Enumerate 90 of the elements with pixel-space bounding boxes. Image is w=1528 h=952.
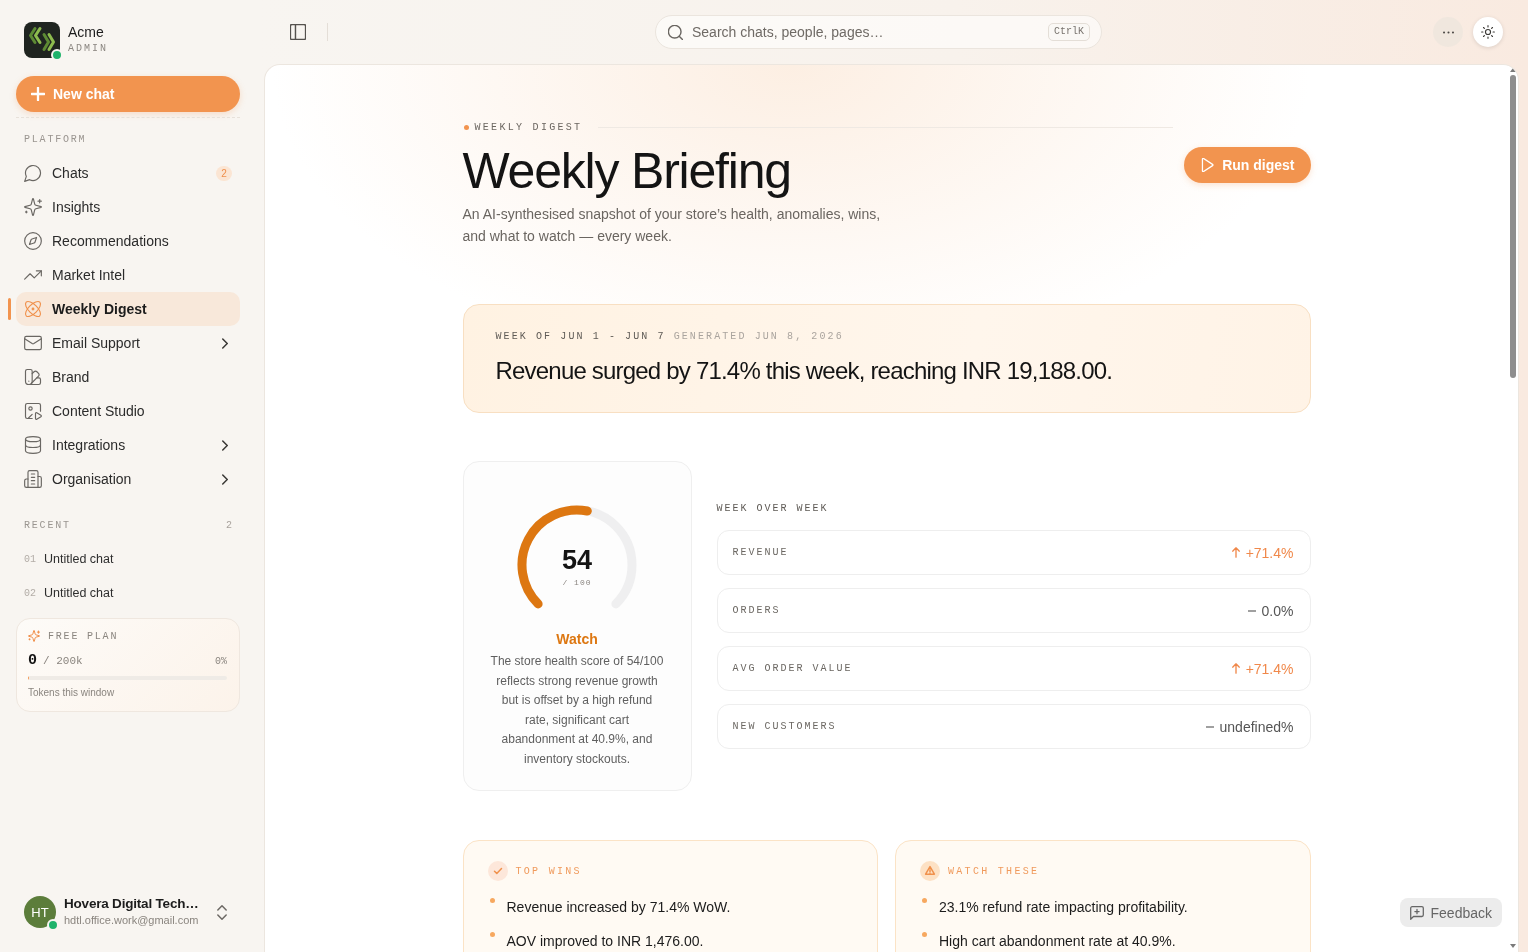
metric-change: undefined%	[1219, 718, 1294, 735]
metric-name: AVG ORDER VALUE	[732, 663, 853, 674]
plan-title: FREE PLAN	[48, 630, 119, 642]
arrow-up-icon	[1231, 663, 1240, 674]
page-description: An AI-synthesised snapshot of your store’s health, anomalies, wins, and what to watch — every week.	[462, 205, 882, 246]
search-icon	[668, 25, 683, 40]
health-score: 54	[561, 545, 592, 575]
dot-icon	[463, 124, 469, 130]
scroll-up-arrow-icon[interactable]	[1510, 68, 1516, 72]
list-item-text: AOV improved to INR 1,476.00.	[506, 932, 704, 951]
play-icon	[1200, 158, 1215, 172]
envelope-icon	[24, 334, 42, 352]
metric-name: NEW CUSTOMERS	[732, 721, 837, 732]
count-badge: 2	[216, 165, 232, 181]
generated-date: GENERATED JUN 8, 2026	[673, 330, 844, 342]
bullet-dot-icon	[922, 932, 927, 937]
account-switcher-button[interactable]	[214, 902, 230, 922]
week-range: WEEK OF JUN 1 - JUN 7	[495, 330, 666, 342]
nav-item[interactable]: Content Studio	[16, 394, 240, 428]
user-name: Hovera Digital Tech…	[64, 896, 199, 912]
nav-item[interactable]: Brand	[16, 360, 240, 394]
scrollbar-thumb[interactable]	[1510, 75, 1516, 378]
nav-item[interactable]: Email Support	[16, 326, 240, 360]
section-label: RECENT	[24, 520, 71, 532]
bullet-dot-icon	[489, 932, 495, 937]
card-title: WATCH THESE	[948, 865, 1040, 877]
more-icon	[1442, 30, 1454, 34]
recent-count: 2	[226, 520, 232, 532]
bullet-dot-icon	[489, 898, 495, 903]
bullet-dot-icon	[922, 898, 927, 903]
nav-item[interactable]: Insights	[16, 190, 240, 224]
tokens-limit: / 200k	[43, 655, 83, 667]
workspace-name: Acme	[68, 24, 105, 40]
dash-icon	[1247, 609, 1256, 612]
nav-item[interactable]: Integrations	[16, 428, 240, 462]
sidebar-panel-icon	[290, 24, 306, 40]
selection-indicator	[8, 298, 11, 320]
sun-icon	[1481, 25, 1495, 39]
usage-percent: 0%	[215, 656, 227, 667]
shortcut-hint: CtrlK	[1048, 23, 1090, 41]
feedback-button[interactable]: Feedback	[1399, 898, 1502, 927]
metric-change: +71.4%	[1245, 660, 1294, 677]
user-avatar: HT	[24, 896, 56, 928]
recent-index: 02	[24, 587, 36, 599]
section-label: PLATFORM	[23, 134, 87, 146]
scroll-down-arrow-icon[interactable]	[1510, 944, 1516, 948]
sparkles-icon	[24, 198, 42, 216]
recent-index: 01	[24, 553, 36, 565]
plus-icon	[31, 87, 45, 101]
chevrons-up-down-icon	[217, 904, 227, 920]
image-play-icon	[24, 402, 42, 420]
atom-icon	[24, 300, 42, 318]
tokens-used: 0	[28, 652, 37, 669]
plan-caption: Tokens this window	[28, 687, 116, 698]
summary-headline: Revenue surged by 71.4% this week, reaching INR 19,188.00.	[495, 356, 1114, 386]
metric-change: +71.4%	[1245, 544, 1294, 561]
arrow-up-icon	[1231, 547, 1240, 558]
metric-name: ORDERS	[732, 605, 781, 616]
metric-name: REVENUE	[732, 547, 789, 558]
card-title: TOP WINS	[515, 865, 582, 877]
nav-item[interactable]: Chats 2	[16, 156, 240, 190]
dash-icon	[1205, 725, 1214, 728]
warning-icon	[920, 861, 940, 881]
nav-item[interactable]: Market Intel	[16, 258, 240, 292]
database-icon	[24, 436, 42, 454]
message-plus-icon	[1409, 905, 1424, 920]
list-item-text: High cart abandonment rate at 40.9%.	[939, 932, 1176, 951]
page-title: Weekly Briefing	[462, 144, 792, 199]
section-label: WEEK OVER WEEK	[716, 503, 829, 515]
nav-item[interactable]: Recommendations	[16, 224, 240, 258]
user-email: hdtl.office.work@gmail.com	[64, 913, 199, 928]
check-icon	[487, 861, 508, 881]
building-icon	[24, 470, 42, 488]
chat-bubble-icon	[24, 164, 42, 182]
theme-toggle-button[interactable]	[1473, 17, 1503, 47]
app-logo-icon	[24, 22, 60, 58]
sparkles-icon	[28, 630, 40, 642]
workspace-role: ADMIN	[68, 41, 108, 56]
health-status: Watch	[556, 630, 598, 649]
section-eyebrow: WEEKLY DIGEST	[474, 121, 583, 133]
nav-item[interactable]: Organisation	[16, 462, 240, 496]
health-summary: The store health score of 54/100 reflects strong revenue growth but is offset by a high refund rate, significant cart abandonment at 40.9%, and inventory stockouts.	[490, 653, 664, 768]
list-item-text: Revenue increased by 71.4% WoW.	[506, 898, 731, 917]
list-item-text: 23.1% refund rate impacting profitability.	[939, 898, 1188, 917]
metric-change: 0.0%	[1261, 602, 1294, 619]
swatch-book-icon	[24, 368, 42, 386]
recent-chat-item[interactable]: 02 Untitled chat	[16, 576, 240, 610]
score-scale: / 100	[562, 578, 592, 587]
recent-chat-item[interactable]: 01 Untitled chat	[16, 542, 240, 576]
compass-icon	[24, 232, 42, 250]
